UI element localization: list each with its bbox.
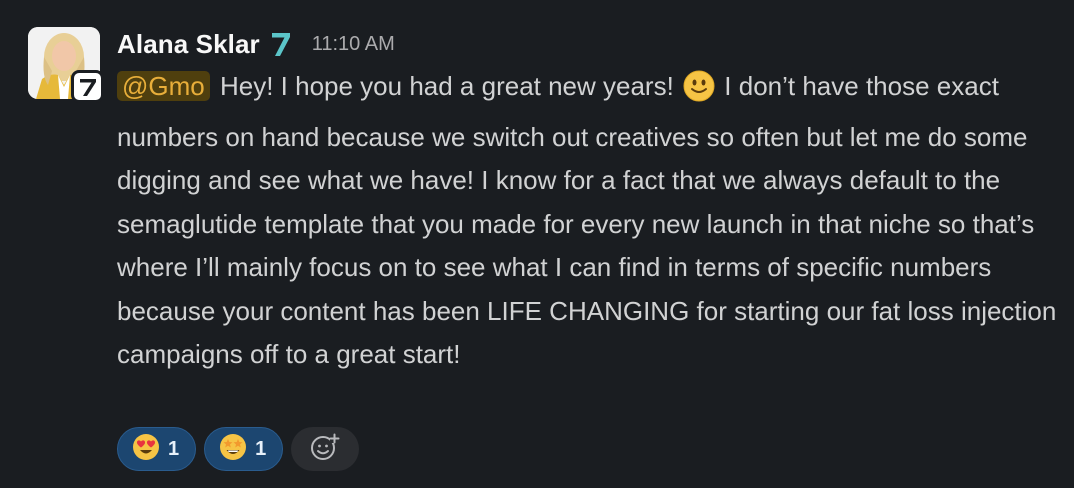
reaction-heart-eyes[interactable]: 1 [117,427,197,471]
avatar-container[interactable] [28,27,104,103]
seven-badge-icon [270,30,292,58]
avatar-status-badge [71,70,104,103]
message-text-part-2: I don’t have those exact numbers on hand… [117,71,1057,369]
add-reaction-icon [310,432,340,467]
reaction-star-struck[interactable]: 1 [204,427,284,471]
heart-eyes-icon [132,433,160,466]
star-struck-icon [219,433,247,466]
user-mention[interactable]: @Gmo [117,71,210,101]
author-name[interactable]: Alana Sklar [117,29,260,60]
message-body: @Gmo Hey! I hope you had a great new yea… [117,65,1062,377]
reactions-bar: 1 1 [117,427,360,471]
message-header: Alana Sklar 11:10 AM [117,24,395,64]
message: Alana Sklar 11:10 AM @Gmo Hey! I hope yo… [0,0,1074,488]
timestamp[interactable]: 11:10 AM [312,33,395,56]
slightly-smiling-face-icon [683,70,715,116]
add-reaction-button[interactable] [291,427,360,471]
reaction-count: 1 [168,437,180,460]
reaction-count: 1 [255,437,267,460]
message-text-part-1: Hey! I hope you had a great new years! [219,71,674,101]
seven-badge-icon [79,78,96,96]
